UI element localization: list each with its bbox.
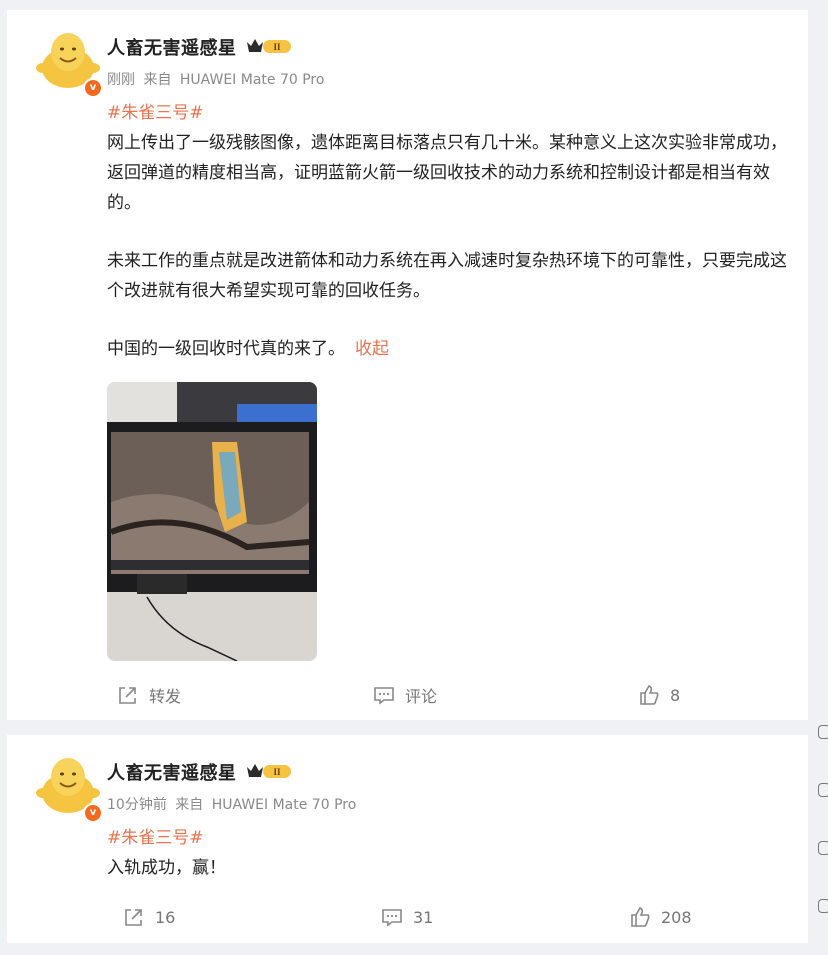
post-card: v 人畜无害遥感星 II 10分钟前 来自 HUAWEI Mate 70 Pro…	[7, 735, 808, 943]
comment-label: 评论	[405, 687, 438, 706]
source-prefix: 来自	[143, 72, 172, 88]
avatar[interactable]: v	[35, 28, 103, 98]
post-image[interactable]	[107, 382, 317, 661]
avatar[interactable]: v	[35, 753, 103, 823]
source-device: HUAWEI Mate 70 Pro	[211, 797, 357, 813]
post-card: v 人畜无害遥感星 II 刚刚 来自 HUAWEI Mate 70 Pro #朱…	[7, 10, 808, 720]
comment-icon	[374, 687, 394, 705]
svg-text:II: II	[273, 767, 281, 777]
comment-count: 31	[413, 907, 434, 927]
repost-button[interactable]: 16	[123, 902, 175, 932]
repost-label: 转发	[149, 687, 182, 706]
post-meta: 10分钟前 来自 HUAWEI Mate 70 Pro	[107, 794, 360, 814]
action-bar: 16 31 208	[7, 902, 808, 932]
vip-crown-icon: II	[247, 39, 291, 53]
paragraph: 未来工作的重点就是改进箭体和动力系统在再入减速时复杂热环境下的可靠性，只要完成这…	[107, 251, 787, 301]
thumbs-up-icon	[631, 907, 650, 927]
post-time[interactable]: 10分钟前	[107, 797, 167, 813]
comment-button[interactable]: 31	[381, 902, 433, 932]
like-count: 208	[661, 907, 692, 927]
paragraph: 中国的一级回收时代真的来了。 收起	[107, 339, 389, 359]
sidebar-edge-icon[interactable]	[818, 899, 828, 913]
repost-icon	[125, 909, 142, 926]
repost-count: 16	[155, 907, 176, 927]
post-body: #朱雀三号# 网上传出了一级残骸图像，遗体距离目标落点只有几十米。某种意义上这次…	[107, 98, 789, 364]
vip-crown-icon: II	[247, 764, 291, 778]
sidebar-edge-icon[interactable]	[818, 725, 828, 739]
repost-button[interactable]: 转发	[117, 680, 181, 710]
author-name[interactable]: 人畜无害遥感星	[107, 759, 237, 785]
like-count: 8	[670, 685, 681, 705]
sidebar-edge-icon[interactable]	[818, 841, 828, 855]
post-time[interactable]: 刚刚	[107, 72, 135, 88]
post-meta: 刚刚 来自 HUAWEI Mate 70 Pro	[107, 69, 328, 89]
topic-link[interactable]: #朱雀三号#	[107, 823, 789, 853]
source-device: HUAWEI Mate 70 Pro	[179, 72, 325, 88]
author-name[interactable]: 人畜无害遥感星	[107, 34, 237, 60]
collapse-link[interactable]: 收起	[355, 339, 389, 359]
paragraph: 网上传出了一级残骸图像，遗体距离目标落点只有几十米。某种意义上这次实验非常成功，…	[107, 133, 787, 213]
source-prefix: 来自	[175, 797, 204, 813]
svg-text:II: II	[273, 42, 281, 52]
sidebar-edge-icon[interactable]	[818, 783, 828, 797]
comment-button[interactable]: 评论	[373, 680, 437, 710]
repost-icon	[119, 687, 136, 704]
action-bar: 转发 评论 8	[7, 680, 808, 710]
topic-link[interactable]: #朱雀三号#	[107, 98, 789, 128]
like-button[interactable]: 208	[629, 902, 692, 932]
verified-badge-icon: v	[83, 803, 103, 823]
comment-icon	[382, 909, 402, 927]
like-button[interactable]: 8	[638, 680, 680, 710]
post-body: #朱雀三号# 入轨成功，赢！	[107, 823, 789, 883]
post-text: 入轨成功，赢！	[107, 858, 226, 878]
verified-badge-icon: v	[83, 78, 103, 98]
thumbs-up-icon	[640, 685, 659, 705]
